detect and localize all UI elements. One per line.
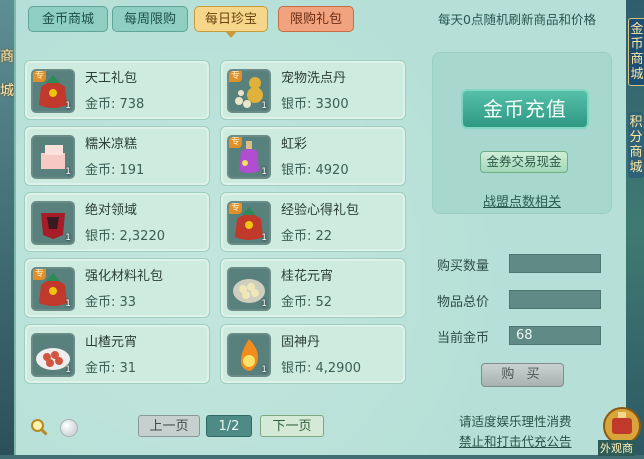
total-label: 物品总价 (437, 295, 490, 310)
item-qty: 1 (261, 101, 267, 111)
total-price-field (509, 290, 601, 309)
gift-bag-icon: 专1 (31, 267, 75, 311)
item-card[interactable]: 1 固神丹银币: 4,2900 (220, 324, 406, 384)
item-price: 金币: 191 (85, 163, 145, 178)
item-name: 桂花元宵 (281, 269, 334, 284)
page-indicator: 1/2 (206, 415, 252, 437)
item-price: 金币: 31 (85, 361, 137, 376)
prev-page-button[interactable]: 上一页 (138, 415, 200, 437)
item-name: 强化材料礼包 (85, 269, 164, 284)
item-card[interactable]: 1 糯米凉糕金币: 191 (24, 126, 210, 186)
item-card[interactable]: 1 山楂元宵金币: 31 (24, 324, 210, 384)
current-gold-label: 当前金币 (437, 331, 490, 346)
item-qty: 1 (65, 101, 71, 111)
side-tab-char: 商 (630, 52, 644, 67)
side-tab-char: 币 (630, 37, 644, 52)
pill-gourd-icon: 专1 (227, 69, 271, 113)
item-card[interactable]: 专 1 强化材料礼包 金币: 33 (24, 258, 210, 318)
gift-bag-icon: 专1 (31, 69, 75, 113)
item-qty: 1 (261, 365, 267, 375)
item-card[interactable]: 1 桂花元宵金币: 52 (220, 258, 406, 318)
item-qty: 1 (261, 167, 267, 177)
item-qty: 1 (65, 167, 71, 177)
item-card[interactable]: 专 1 虹彩 银币: 4920 (220, 126, 406, 186)
item-price: 金币: 33 (85, 295, 137, 310)
dumpling-bowl-icon: 1 (227, 267, 271, 311)
qty-field[interactable] (509, 254, 601, 273)
item-name: 固神丹 (281, 335, 321, 350)
item-name: 天工礼包 (85, 71, 138, 86)
item-price: 银币: 4920 (281, 163, 349, 178)
next-page-button[interactable]: 下一页 (260, 415, 324, 437)
side-tab-char: 积 (629, 115, 643, 130)
item-qty: 1 (65, 299, 71, 309)
fire-orb-icon: 1 (227, 333, 271, 377)
item-price: 金币: 52 (281, 295, 333, 310)
gift-bag-icon: 专1 (227, 201, 271, 245)
exclusive-tag: 专 (33, 269, 47, 280)
buy-button[interactable]: 购 买 (481, 363, 564, 387)
anti-proxy-recharge-link[interactable]: 禁止和打击代充公告 (459, 431, 572, 450)
tab-daily-treasure[interactable]: 每日珍宝 (194, 6, 268, 38)
voucher-exchange-button[interactable]: 金券交易现金 (480, 151, 568, 173)
item-qty: 1 (261, 233, 267, 243)
item-card[interactable]: 专 1 天工礼包 金币: 738 (24, 60, 210, 120)
item-name: 经验心得礼包 (281, 203, 360, 218)
dumpling-plate-icon: 1 (31, 333, 75, 377)
item-price: 金币: 22 (281, 229, 333, 244)
side-tab-char: 城 (630, 67, 644, 82)
item-card[interactable]: 专 1 经验心得礼包 金币: 22 (220, 192, 406, 252)
item-name: 糯米凉糕 (85, 137, 138, 152)
item-name: 宠物洗点丹 (281, 71, 347, 86)
item-card[interactable]: 1 绝对领域银币: 2,3220 (24, 192, 210, 252)
left-strip-char: 城 (0, 83, 14, 99)
item-price: 银币: 2,3220 (85, 229, 165, 244)
toggle-dot-icon[interactable] (60, 419, 78, 437)
gold-recharge-button[interactable]: 金币充值 (461, 89, 589, 129)
side-tab-char: 分 (629, 130, 643, 145)
potion-bottle-icon: 专1 (227, 135, 271, 179)
side-tab-char: 商 (629, 145, 643, 160)
item-price: 银币: 4,2900 (281, 361, 361, 376)
zoom-icon[interactable] (30, 418, 48, 436)
side-tab-char: 城 (629, 160, 643, 175)
item-price: 金币: 738 (85, 97, 145, 112)
current-gold-field: 68 (509, 326, 601, 345)
exclusive-tag: 专 (33, 71, 47, 82)
red-armor-icon: 1 (31, 201, 75, 245)
item-qty: 1 (65, 365, 71, 375)
left-strip-char: 商 (0, 49, 14, 65)
recharge-box (432, 52, 612, 214)
appearance-shop-label: 外观商 (598, 440, 635, 456)
exclusive-tag: 专 (229, 137, 243, 148)
item-price: 银币: 3300 (281, 97, 349, 112)
refresh-notice: 每天0点随机刷新商品和价格 (438, 12, 596, 27)
exclusive-tag: 专 (229, 203, 243, 214)
tab-weekly-limit[interactable]: 每周限购 (112, 6, 188, 32)
side-tab-gold-mall[interactable]: 金 币 商 城 (628, 18, 644, 86)
item-name: 山楂元宵 (85, 335, 138, 350)
rational-consumption-notice: 请适度娱乐理性消费 (459, 414, 572, 429)
exclusive-tag: 专 (229, 71, 243, 82)
item-qty: 1 (65, 233, 71, 243)
item-card[interactable]: 专 1 宠物洗点丹 银币: 3300 (220, 60, 406, 120)
qty-label: 购买数量 (437, 259, 490, 274)
alliance-points-link[interactable]: 战盟点数相关 (483, 191, 561, 210)
side-tab-points-mall[interactable]: 积 分 商 城 (628, 112, 644, 178)
tab-limited-gift[interactable]: 限购礼包 (278, 6, 354, 32)
side-tab-char: 金 (630, 22, 644, 37)
item-name: 绝对领域 (85, 203, 138, 218)
item-qty: 1 (261, 299, 267, 309)
rice-cake-icon: 1 (31, 135, 75, 179)
item-name: 虹彩 (281, 137, 308, 152)
tab-gold-mall[interactable]: 金币商城 (28, 6, 108, 32)
